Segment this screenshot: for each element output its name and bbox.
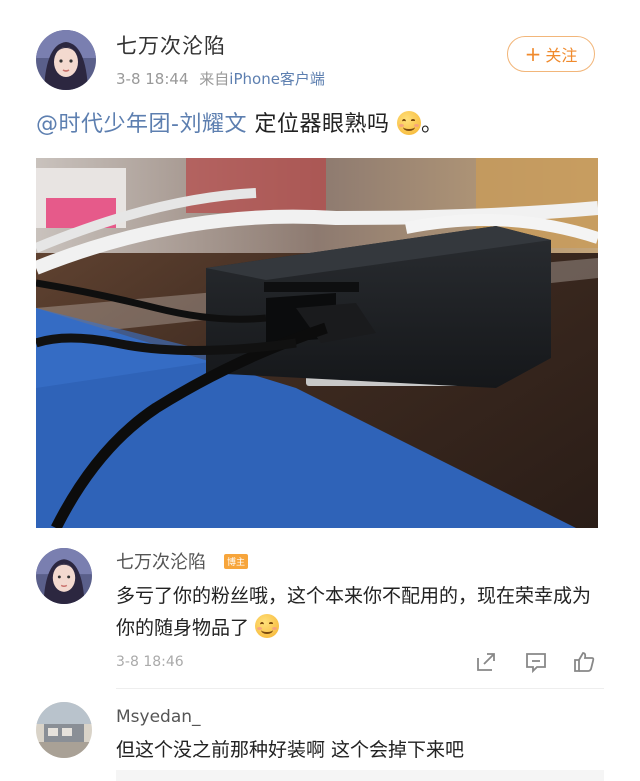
post-photo[interactable] <box>36 158 598 528</box>
commenter-avatar[interactable] <box>36 702 92 758</box>
post-username[interactable]: 七万次沦陷 <box>116 30 226 60</box>
share-icon[interactable] <box>474 650 498 674</box>
comment-text: 多亏了你的粉丝哦，这个本来你不配用的，现在荣幸成为你的随身物品了 <box>116 580 594 644</box>
comment-time: 3-8 18:46 <box>116 654 184 670</box>
plus-icon: + <box>524 42 542 66</box>
post-body: 定位器眼熟吗 <box>246 112 390 137</box>
post-meta: 3-8 18:44 来自iPhone客户端 <box>116 68 325 89</box>
follow-button[interactable]: + 关注 <box>507 36 595 72</box>
comment-icon[interactable] <box>524 650 548 674</box>
comment-body: 多亏了你的粉丝哦，这个本来你不配用的，现在荣幸成为你的随身物品了 <box>116 585 592 639</box>
comment-username[interactable]: 七万次沦陷 <box>116 548 206 574</box>
follow-label: 关注 <box>545 46 578 65</box>
reply-text: 但这个没之前那种好装啊 这个会掉下来吧 <box>116 739 465 761</box>
smile-emoji-icon <box>255 614 280 638</box>
mention-link[interactable]: @时代少年团-刘耀文 <box>36 112 247 137</box>
smile-emoji-icon <box>396 111 421 135</box>
thumbs-up-icon[interactable] <box>572 650 596 674</box>
author-badge: 博主 <box>224 554 248 569</box>
comment-divider <box>116 688 604 689</box>
comment-author-avatar[interactable] <box>36 548 92 604</box>
post-text: @时代少年团-刘耀文 定位器眼熟吗 。 <box>36 106 443 138</box>
post-source[interactable]: iPhone客户端 <box>229 70 325 88</box>
commenter-username[interactable]: Msyedan_ <box>116 707 201 727</box>
more-comments-strip <box>116 770 604 781</box>
post-time: 3-8 18:44 <box>116 70 189 88</box>
post-author-avatar[interactable] <box>36 30 96 90</box>
post-source-prefix: 来自 <box>199 70 230 88</box>
post-text-end: 。 <box>420 112 444 137</box>
